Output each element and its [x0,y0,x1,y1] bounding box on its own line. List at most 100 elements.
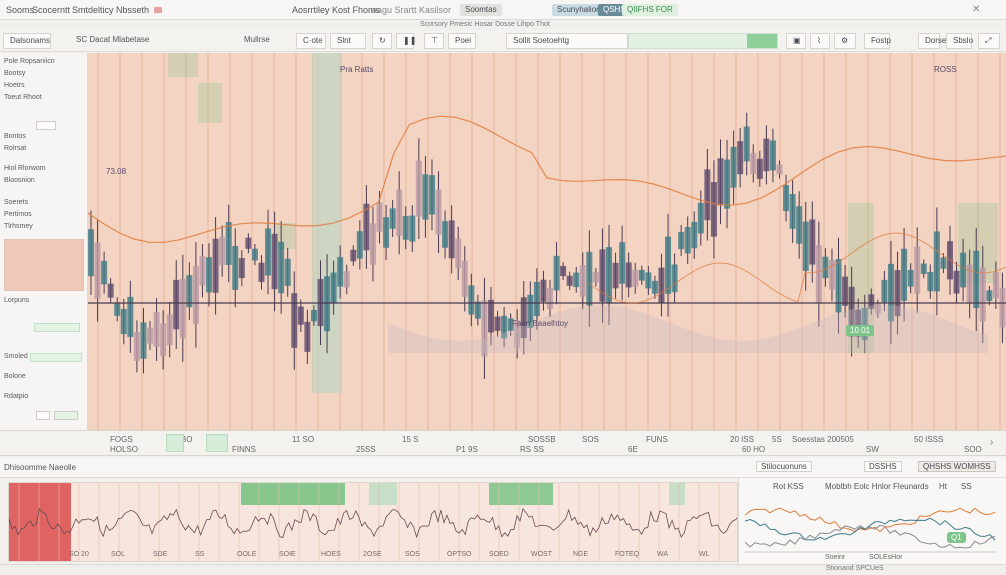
status-right-b[interactable]: DSSHS [864,461,902,472]
mini-tag[interactable]: Q1 [947,532,966,543]
candle-body [442,221,449,248]
candle-body [658,267,665,303]
candlestick-chart [88,53,1006,430]
indicator-green-zone [241,483,345,505]
candle-body [291,293,298,348]
sidebar-item[interactable]: Smoled [4,353,28,360]
toolbar-item-d[interactable]: Poei [448,33,476,49]
mini-foot-b: SOLEsHor [869,554,903,561]
mini-series-line [744,507,996,533]
sidebar-item[interactable]: Hoetrs [4,82,25,89]
sidebar-item[interactable]: Rdatpio [4,393,28,400]
candle-body [101,260,108,285]
chart-annotation-num: 73.08 [106,167,127,176]
cursor-icon[interactable]: ⊤ [424,33,444,49]
sidebar-toggle[interactable] [36,121,56,130]
toolbar-item-e[interactable]: Sollit Soetoehtg [506,33,628,49]
chart-badge[interactable]: 10 01 [846,325,875,336]
sidebar-item[interactable]: Pertimos [4,211,32,218]
time-axis-bar: FOGS HOLSO PWBO FINNS 11 SO 25SS 15 S P1… [0,430,1006,456]
settings-icon[interactable]: ⚙ [834,33,856,49]
candle-body [920,263,927,274]
axis-label: 60 HO [742,445,766,454]
candle-body [881,279,888,303]
toolbar-item-f[interactable]: Fostp [864,33,891,49]
candle-body [88,229,94,277]
status-right-a[interactable]: Stilocuonuns [756,461,812,472]
candle-body [730,146,737,188]
pill-right[interactable]: QIIFHS FOR [622,4,678,16]
candle-body [579,265,586,297]
candle-body [907,269,914,287]
sidebar-item[interactable]: Bolone [4,373,26,380]
sidebar-item[interactable]: Pole Ropsaniicn [4,58,55,65]
axis-label: 6E [628,445,638,454]
grid-icon[interactable]: ▣ [786,33,806,49]
chart-annotation-mid: Faan Baaelhtoy [512,319,569,328]
candle-body [776,164,783,175]
sidebar-item[interactable]: Soerets [4,199,28,206]
candle-body [494,316,501,331]
candle-body [960,252,967,288]
sidebar-item[interactable]: Bontos [4,133,26,140]
toolbar-item-h[interactable]: Sbslo [946,33,973,49]
sidebar-apply-button[interactable] [54,411,78,420]
chart-icon[interactable]: ⌇ [810,33,830,49]
candle-body [192,265,199,325]
sub-header: Scorsory Pmesic Hosar Dosse Lihpo Thot [0,20,1006,30]
close-icon[interactable]: ✕ [972,4,984,16]
title-center-b: aagu Srartt Kasilsor [372,5,452,15]
sidebar-item[interactable]: Hiol Rlorwom [4,165,46,172]
axis-label: Soesstas 200505 [792,435,854,444]
candle-body [710,182,717,237]
pill-a[interactable]: Soomtas [460,4,502,16]
status-right-c[interactable]: QHSHS WOMHSS [918,461,996,472]
candle-body [225,222,232,265]
candle-body [337,257,344,287]
toolbar-item-g[interactable]: Dorse [918,33,946,49]
sidebar-green-button[interactable] [34,323,80,332]
sidebar-item[interactable]: Bootsy [4,70,25,77]
candle-body [153,311,160,347]
candle-body [763,138,770,172]
candle-body [383,217,390,248]
axis-green-chip[interactable] [166,434,184,452]
toolbar-item-c[interactable]: Slnt [330,33,366,49]
toolbar-left-button[interactable]: Dalsonams [3,33,51,49]
indicator-tick-label: SO 20 [69,551,89,558]
toolbar-item-a[interactable]: Mullrse [244,35,270,44]
axis-scroll-right-icon[interactable]: › [990,437,993,448]
axis-green-chip-2[interactable] [206,434,228,452]
sidebar-green-button-2[interactable] [30,353,82,362]
candle-body [422,174,429,220]
sidebar-mini-chart [4,239,84,291]
indicator-panel[interactable]: SO 20 SOL SDE SS OOLE SOIE HOES 2OSE SOS OPTSO SOE… [8,482,738,562]
sidebar-item[interactable]: Lorpuns [4,297,29,304]
sidebar-checkbox[interactable] [36,411,50,420]
candle-body [140,322,147,359]
candle-body [114,302,121,316]
sidebar-item[interactable]: Rolrsat [4,145,26,152]
mini-foot-a: Soeinr [825,554,846,561]
refresh-icon[interactable]: ↻ [372,33,392,49]
toolbar-title: SC Dacat Mlabetase [76,35,150,44]
candle-body [251,248,258,261]
main-chart[interactable]: Pra Ratts 73.08 Faan Baaelhtoy ROSS 10 0… [88,53,1006,430]
axis-label: FOGS [110,435,133,444]
title-left-a: Sooms [6,5,35,15]
candle-body [999,288,1006,328]
candle-body [992,272,999,299]
sidebar-item[interactable]: Toeut Rhoot [4,94,42,101]
sidebar-item[interactable]: Tlrhsmey [4,223,33,230]
candle-body [953,270,960,294]
sidebar-item[interactable]: Bloosnion [4,177,35,184]
candle-body [560,266,567,277]
pause-icon[interactable]: ❚❚ [396,33,416,49]
toolbar-item-b[interactable]: C·ote [296,33,326,49]
candle-body [769,140,776,171]
indicator-tick-label: OOLE [237,551,257,558]
axis-label: SOO [964,445,982,454]
candle-body [271,233,278,290]
toolbar: Dalsonams SC Dacat Mlabetase Mullrse C·o… [0,30,1006,52]
expand-icon[interactable]: ⤢ [978,33,1000,49]
